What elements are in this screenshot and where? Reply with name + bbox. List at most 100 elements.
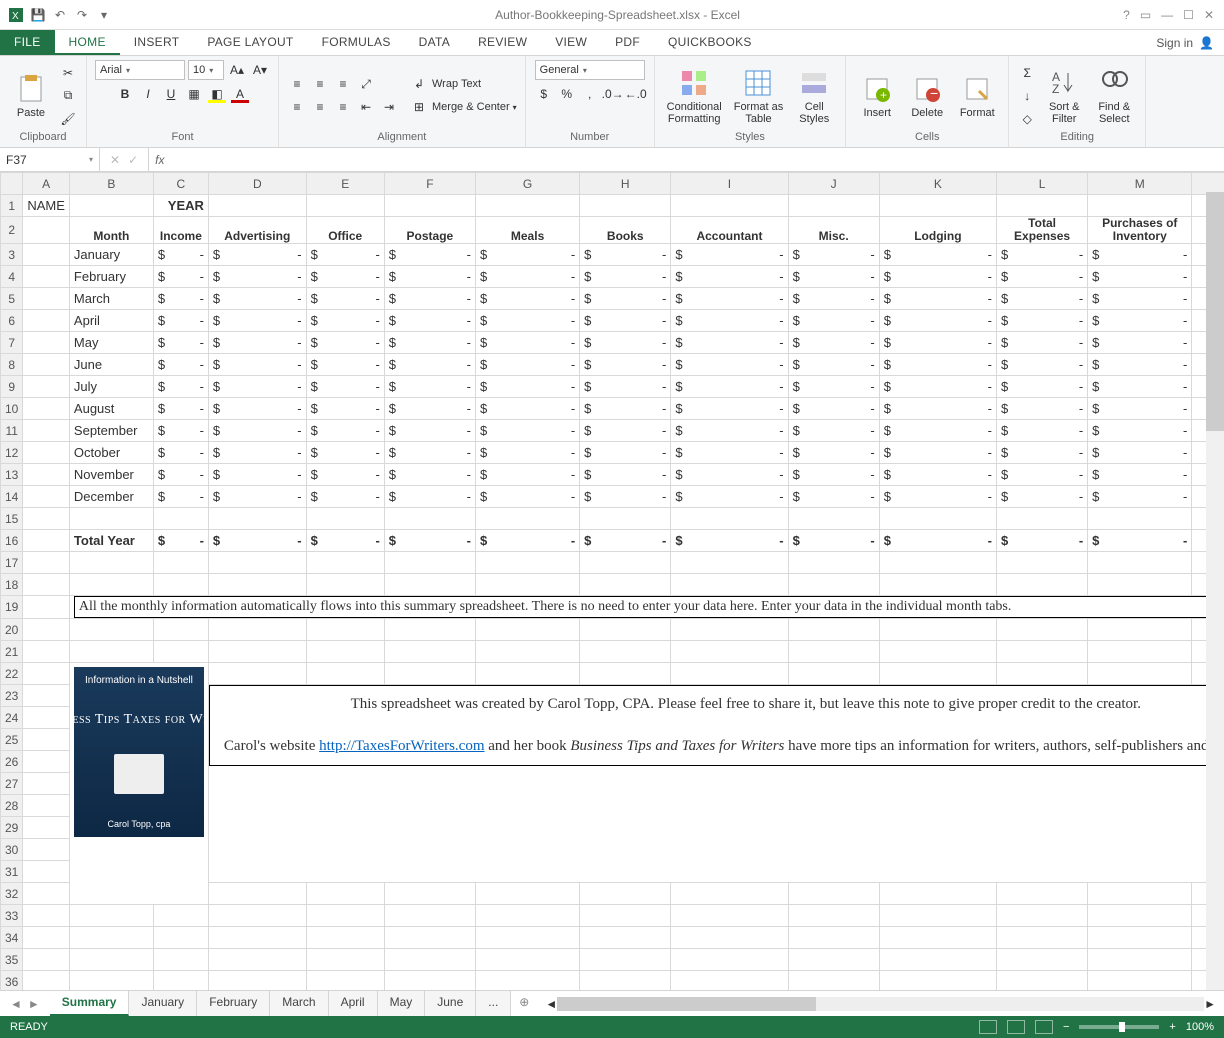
tab-formulas[interactable]: FORMULAS	[308, 30, 405, 55]
cell[interactable]	[475, 663, 579, 685]
cell[interactable]: $-	[384, 332, 475, 354]
row-header-21[interactable]: 21	[1, 641, 23, 663]
col-title[interactable]: Month	[69, 217, 153, 244]
row-header-27[interactable]: 27	[1, 773, 23, 795]
cell[interactable]: $-	[153, 266, 208, 288]
cell[interactable]: $-	[580, 398, 671, 420]
cell[interactable]: $-	[153, 442, 208, 464]
cell[interactable]: $-	[879, 332, 996, 354]
sheet-tab-january[interactable]: January	[129, 991, 197, 1016]
cell[interactable]: $-	[1088, 310, 1192, 332]
cell[interactable]	[1088, 949, 1192, 971]
cell[interactable]: $-	[153, 486, 208, 508]
cell[interactable]: $-	[208, 266, 306, 288]
cell[interactable]: $-	[306, 420, 384, 442]
cell[interactable]	[879, 508, 996, 530]
cell[interactable]	[208, 883, 306, 905]
cell[interactable]: $-	[671, 464, 788, 486]
cell[interactable]: $-	[475, 464, 579, 486]
view-pagelayout-icon[interactable]	[1007, 1020, 1025, 1034]
row-header-9[interactable]: 9	[1, 376, 23, 398]
row-header-12[interactable]: 12	[1, 442, 23, 464]
cell[interactable]: $-	[475, 376, 579, 398]
tab-pdf[interactable]: PDF	[601, 30, 654, 55]
cell[interactable]	[23, 729, 70, 751]
cell[interactable]: $-	[384, 244, 475, 266]
tab-view[interactable]: VIEW	[541, 30, 601, 55]
cell[interactable]: $-	[306, 310, 384, 332]
cell[interactable]	[996, 195, 1087, 217]
view-normal-icon[interactable]	[979, 1020, 997, 1034]
cell[interactable]	[879, 619, 996, 641]
cell[interactable]: $-	[788, 288, 879, 310]
cell[interactable]: $-	[1088, 266, 1192, 288]
col-title[interactable]: Income	[153, 217, 208, 244]
cell[interactable]	[671, 949, 788, 971]
row-header-2[interactable]: 2	[1, 217, 23, 244]
cell[interactable]	[306, 574, 384, 596]
cell[interactable]	[671, 574, 788, 596]
tab-quickbooks[interactable]: QuickBooks	[654, 30, 766, 55]
row-header-4[interactable]: 4	[1, 266, 23, 288]
cell[interactable]	[879, 971, 996, 990]
cell[interactable]: $-	[208, 354, 306, 376]
redo-icon[interactable]: ↷	[74, 7, 90, 23]
col-header-I[interactable]: I	[671, 173, 788, 195]
cell[interactable]: $-	[475, 310, 579, 332]
cell[interactable]	[1088, 641, 1192, 663]
align-left-icon[interactable]: ≡	[287, 97, 307, 117]
cell[interactable]: $-	[580, 310, 671, 332]
orientation-icon[interactable]: ⤢	[356, 74, 376, 94]
row-header-5[interactable]: 5	[1, 288, 23, 310]
cell[interactable]: $-	[153, 244, 208, 266]
cell[interactable]: $-	[671, 530, 788, 552]
cell[interactable]: $-	[153, 288, 208, 310]
cell[interactable]: $-	[475, 288, 579, 310]
help-icon[interactable]: ?	[1123, 8, 1130, 22]
row-header-30[interactable]: 30	[1, 839, 23, 861]
find-select-button[interactable]: Find & Select	[1091, 65, 1137, 127]
cell[interactable]: $-	[1088, 442, 1192, 464]
cell[interactable]	[384, 905, 475, 927]
cell[interactable]: $-	[788, 332, 879, 354]
cell[interactable]	[208, 663, 306, 685]
ribbon-options-icon[interactable]: ▭	[1140, 8, 1151, 22]
cell[interactable]: $-	[384, 288, 475, 310]
cell[interactable]	[671, 641, 788, 663]
col-header-K[interactable]: K	[879, 173, 996, 195]
cell[interactable]	[788, 619, 879, 641]
cell[interactable]	[23, 641, 70, 663]
row-header-3[interactable]: 3	[1, 244, 23, 266]
align-middle-icon[interactable]: ≡	[310, 74, 330, 94]
cell-month[interactable]: May	[69, 332, 153, 354]
bold-icon[interactable]: B	[115, 84, 135, 104]
cell[interactable]	[23, 861, 70, 883]
cell[interactable]: $-	[788, 376, 879, 398]
cell[interactable]	[879, 905, 996, 927]
cell[interactable]: $-	[580, 354, 671, 376]
cell[interactable]: $-	[306, 442, 384, 464]
cell[interactable]: $-	[996, 354, 1087, 376]
row-header-11[interactable]: 11	[1, 420, 23, 442]
cell[interactable]	[153, 641, 208, 663]
tab-insert[interactable]: INSERT	[120, 30, 194, 55]
cell[interactable]	[23, 971, 70, 990]
minimize-icon[interactable]: —	[1161, 8, 1173, 22]
cell[interactable]: $-	[208, 464, 306, 486]
cell[interactable]	[580, 619, 671, 641]
cell[interactable]: $-	[1088, 398, 1192, 420]
row-header-17[interactable]: 17	[1, 552, 23, 574]
cell[interactable]	[69, 619, 153, 641]
cell[interactable]	[384, 195, 475, 217]
cell[interactable]: $-	[1088, 530, 1192, 552]
cell[interactable]	[69, 949, 153, 971]
row-header-16[interactable]: 16	[1, 530, 23, 552]
cell[interactable]	[23, 905, 70, 927]
cell[interactable]: $-	[384, 266, 475, 288]
format-cells-button[interactable]: Format	[954, 71, 1000, 121]
formula-input[interactable]	[170, 148, 1224, 171]
cell[interactable]	[788, 949, 879, 971]
cell[interactable]	[788, 552, 879, 574]
paste-button[interactable]: Paste	[8, 71, 54, 121]
cell[interactable]: $-	[208, 288, 306, 310]
